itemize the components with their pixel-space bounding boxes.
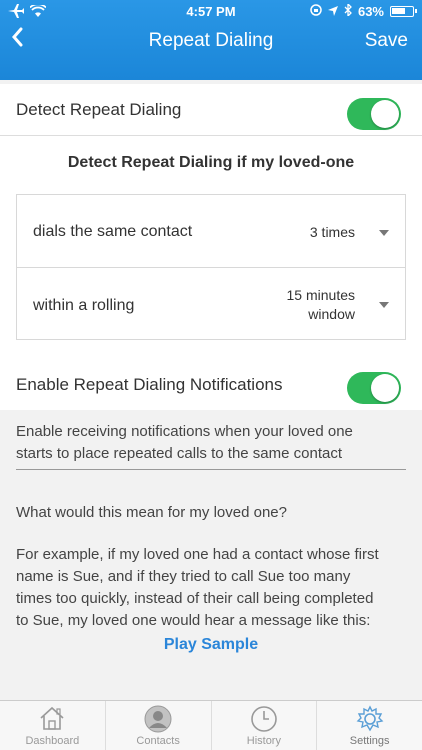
detect-repeat-dialing-label: Detect Repeat Dialing <box>16 100 182 119</box>
explanation-line3: times too quickly, instead of their call… <box>16 590 374 607</box>
detect-repeat-dialing-row: Detect Repeat Dialing <box>0 84 422 136</box>
criteria-section: Detect Repeat Dialing if my loved-one di… <box>0 136 422 358</box>
tab-history-label: History <box>246 735 281 747</box>
battery-percent: 63% <box>357 4 384 19</box>
status-bar: 4:57 PM 63% <box>0 0 422 24</box>
tab-settings-label: Settings <box>349 735 390 747</box>
same-contact-value[interactable]: 3 times <box>310 223 355 242</box>
tab-dashboard-label: Dashboard <box>25 735 80 747</box>
notifications-description-line1: Enable receiving notifications when your… <box>16 423 353 440</box>
same-contact-label: dials the same contact <box>33 223 193 240</box>
rolling-window-value-line2: window <box>308 306 355 322</box>
criteria-title: Detect Repeat Dialing if my loved-one <box>67 154 355 171</box>
nav-bar: Repeat Dialing Save <box>0 24 422 58</box>
page-title: Repeat Dialing <box>148 30 274 51</box>
tab-contacts[interactable]: Contacts <box>106 701 212 750</box>
person-icon <box>144 705 172 733</box>
bluetooth-icon <box>344 2 352 19</box>
tab-settings[interactable]: Settings <box>317 701 422 750</box>
home-icon <box>40 706 64 730</box>
toggle-knob <box>371 100 399 128</box>
criteria-divider <box>17 267 405 268</box>
rolling-window-label: within a rolling <box>33 297 135 314</box>
explanation-text: For example, if my loved one had a conta… <box>16 544 406 632</box>
tab-contacts-label: Contacts <box>136 735 180 747</box>
status-right: 63% <box>310 2 417 19</box>
header: 4:57 PM 63% Repeat Dialing Save <box>0 0 422 80</box>
notifications-description-line2: starts to place repeated calls to the sa… <box>16 445 343 462</box>
battery-icon <box>390 6 417 17</box>
save-button[interactable]: Save <box>365 30 408 52</box>
criteria-box: dials the same contact 3 times within a … <box>16 194 406 340</box>
rolling-window-value[interactable]: 15 minutes window <box>287 286 355 324</box>
chevron-down-icon[interactable] <box>379 230 389 236</box>
notifications-description: Enable receiving notifications when your… <box>16 421 406 465</box>
detect-repeat-dialing-toggle[interactable] <box>347 98 401 130</box>
play-sample-button[interactable]: Play Sample <box>0 636 422 654</box>
notifications-label: Enable Repeat Dialing Notifications <box>16 375 283 394</box>
notifications-toggle[interactable] <box>347 372 401 404</box>
explanation-question: What would this mean for my loved one? <box>16 504 287 521</box>
location-icon <box>327 4 338 19</box>
rolling-window-value-line1: 15 minutes <box>286 287 355 303</box>
explanation-line4: to Sue, my loved one would hear a messag… <box>16 612 371 629</box>
description-underline <box>16 469 406 470</box>
toggle-knob <box>371 374 399 402</box>
tab-bar: Dashboard Contacts History Settings <box>0 700 422 750</box>
lock-rotation-icon <box>310 4 322 19</box>
tab-dashboard[interactable]: Dashboard <box>0 701 106 750</box>
clock-icon <box>251 706 277 732</box>
gear-icon <box>356 705 384 732</box>
tab-history[interactable]: History <box>212 701 318 750</box>
explanation-line2: name is Sue, and if they tried to call S… <box>16 568 351 585</box>
chevron-down-icon[interactable] <box>379 302 389 308</box>
explanation-line1: For example, if my loved one had a conta… <box>16 546 379 563</box>
